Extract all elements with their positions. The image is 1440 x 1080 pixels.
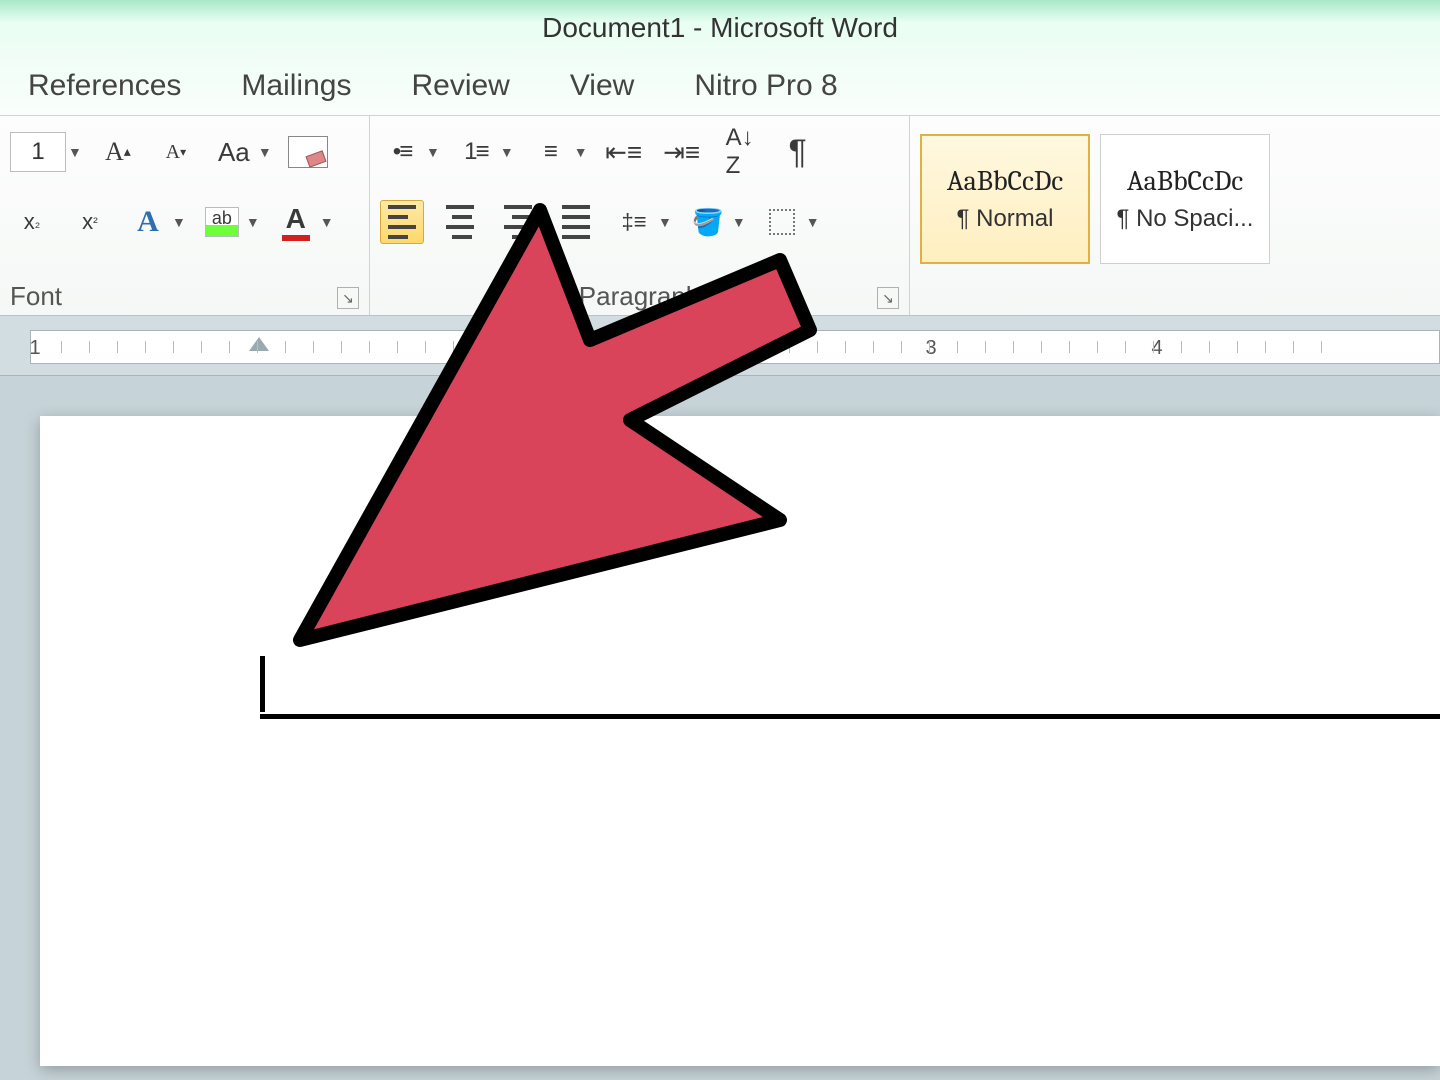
- align-left-button[interactable]: [380, 200, 424, 244]
- font-group: 1 ▼ A▴ A▾ Aa▼ x₂ x² A▼ ab ▼: [0, 116, 370, 315]
- subscript-button[interactable]: x₂: [10, 200, 54, 244]
- highlight-color-button[interactable]: ab ▼: [200, 200, 260, 244]
- chevron-down-icon: ▼: [426, 144, 440, 160]
- window-title: Document1 - Microsoft Word: [542, 12, 898, 44]
- align-center-button[interactable]: [438, 200, 482, 244]
- clear-formatting-button[interactable]: [286, 130, 330, 174]
- text-cursor-icon: [260, 656, 265, 712]
- borders-button[interactable]: ▼: [760, 200, 820, 244]
- style-name-label: ¶ Normal: [957, 205, 1054, 233]
- shrink-font-button[interactable]: A▾: [154, 130, 198, 174]
- align-center-icon: [446, 202, 474, 242]
- tab-references[interactable]: References: [28, 69, 181, 103]
- ribbon: 1 ▼ A▴ A▾ Aa▼ x₂ x² A▼ ab ▼: [0, 116, 1440, 316]
- multilevel-list-button[interactable]: ≡▼: [528, 130, 588, 174]
- chevron-down-icon: ▼: [258, 144, 272, 160]
- tab-mailings[interactable]: Mailings: [241, 69, 351, 103]
- text-effects-button[interactable]: A▼: [126, 200, 186, 244]
- chevron-down-icon: ▼: [500, 144, 514, 160]
- numbering-button[interactable]: 1≡▼: [454, 130, 514, 174]
- justify-button[interactable]: [554, 200, 598, 244]
- justify-icon: [562, 202, 590, 242]
- tab-view[interactable]: View: [570, 69, 634, 103]
- font-size-dropdown[interactable]: 1 ▼: [10, 132, 82, 172]
- align-right-button[interactable]: [496, 200, 540, 244]
- paint-bucket-icon: 🪣: [686, 200, 730, 244]
- chevron-down-icon: ▼: [806, 214, 820, 230]
- chevron-down-icon: ▼: [732, 214, 746, 230]
- font-group-label: Font: [10, 277, 359, 315]
- style-sample: AaBbCcDc: [1127, 165, 1243, 197]
- eraser-icon: [288, 136, 328, 168]
- horizontal-ruler[interactable]: 1 3 4: [30, 330, 1440, 364]
- sort-button[interactable]: A↓Z: [718, 130, 762, 174]
- paragraph-group: •≡▼ 1≡▼ ≡▼ ⇤≡ ⇥≡ A↓Z ¶: [370, 116, 910, 315]
- tab-nitro-pro[interactable]: Nitro Pro 8: [694, 69, 837, 103]
- style-name-label: ¶ No Spaci...: [1117, 205, 1254, 233]
- ruler-number: 1: [29, 337, 40, 360]
- ruler-area: 1 3 4: [0, 316, 1440, 376]
- chevron-down-icon: ▼: [574, 144, 588, 160]
- horizontal-line: [260, 714, 1440, 719]
- show-hide-marks-button[interactable]: ¶: [776, 130, 820, 174]
- font-color-icon: A: [282, 203, 310, 241]
- align-left-icon: [388, 202, 416, 242]
- paragraph-group-label: Paragraph: [380, 277, 899, 315]
- bullets-button[interactable]: •≡▼: [380, 130, 440, 174]
- decrease-indent-button[interactable]: ⇤≡: [602, 130, 646, 174]
- ruler-number: 3: [925, 337, 936, 360]
- paragraph-dialog-launcher[interactable]: ↘: [877, 287, 899, 309]
- ribbon-tabs: References Mailings Review View Nitro Pr…: [0, 56, 1440, 116]
- border-icon: [769, 209, 795, 235]
- chevron-down-icon: ▼: [172, 214, 186, 230]
- font-size-value: 1: [31, 138, 44, 166]
- style-sample: AaBbCcDc: [947, 165, 1063, 197]
- font-dialog-launcher[interactable]: ↘: [337, 287, 359, 309]
- chevron-down-icon: ▼: [68, 144, 82, 160]
- style-normal[interactable]: AaBbCcDc ¶ Normal: [920, 134, 1090, 264]
- chevron-down-icon: ▼: [246, 214, 260, 230]
- chevron-down-icon: ▼: [320, 214, 334, 230]
- chevron-down-icon: ▼: [658, 214, 672, 230]
- shading-button[interactable]: 🪣▼: [686, 200, 746, 244]
- align-right-icon: [504, 202, 532, 242]
- change-case-button[interactable]: Aa▼: [212, 130, 272, 174]
- superscript-button[interactable]: x²: [68, 200, 112, 244]
- grow-font-button[interactable]: A▴: [96, 130, 140, 174]
- line-spacing-button[interactable]: ‡≡▼: [612, 200, 672, 244]
- style-no-spacing[interactable]: AaBbCcDc ¶ No Spaci...: [1100, 134, 1270, 264]
- title-bar: Document1 - Microsoft Word: [0, 0, 1440, 56]
- indent-marker-icon[interactable]: [249, 337, 269, 351]
- highlight-icon: ab: [205, 207, 239, 237]
- document-page[interactable]: [40, 416, 1440, 1066]
- increase-indent-button[interactable]: ⇥≡: [660, 130, 704, 174]
- styles-group: AaBbCcDc ¶ Normal AaBbCcDc ¶ No Spaci...: [910, 116, 1440, 315]
- document-area: [0, 376, 1440, 1080]
- tab-review[interactable]: Review: [411, 69, 509, 103]
- font-color-button[interactable]: A ▼: [274, 200, 334, 244]
